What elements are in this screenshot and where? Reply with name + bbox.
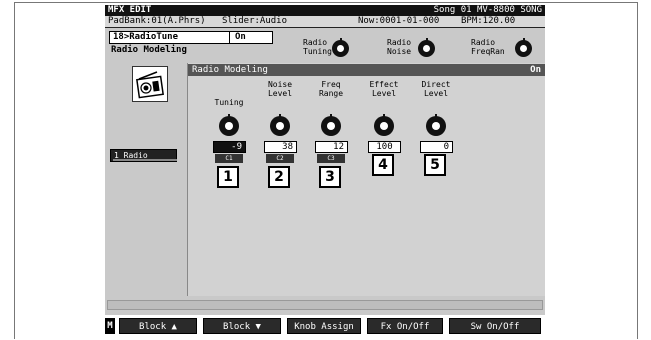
f1-block-up-button[interactable]: Block ▲ (119, 318, 197, 334)
f2-block-down-button[interactable]: Block ▼ (203, 318, 281, 334)
header-knob-label-tuning: Radio Tuning (303, 38, 332, 56)
param-direct-level: Direct Level 0 5 (410, 80, 462, 200)
ctrl-badge: C3 (317, 154, 345, 163)
lcd-screen: MFX EDIT Song 01 MV-8800 SONG PadBank:01… (105, 5, 545, 337)
info-bar: PadBank:01(A.Phrs) Slider:Audio Now:0001… (105, 16, 545, 28)
param-effect-level: Effect Level 100 4 (358, 80, 410, 200)
now-position: Now:0001-01-000 (358, 16, 440, 26)
param-number: 2 (268, 166, 290, 188)
padbank-status: PadBank:01(A.Phrs) (108, 16, 206, 26)
patch-state[interactable]: On (235, 32, 246, 43)
f4-fx-onoff-button[interactable]: Fx On/Off (367, 318, 443, 334)
param-tuning: Tuning -9 C1 1 (203, 80, 255, 200)
patch-type-name: Radio Modeling (111, 45, 187, 55)
panel-state[interactable]: On (530, 64, 541, 76)
param-number: 5 (424, 154, 446, 176)
param-value[interactable]: -9 (213, 141, 246, 153)
effect-panel: Radio Modeling On Tuning -9 C1 1 Noise L… (188, 63, 545, 296)
ctrl-badge: C2 (266, 154, 294, 163)
param-number: 1 (217, 166, 239, 188)
panel-title: Radio Modeling (192, 65, 268, 75)
param-label: Tuning (214, 98, 244, 107)
param-value[interactable]: 100 (368, 141, 401, 153)
param-value[interactable]: 38 (264, 141, 297, 153)
knob-icon[interactable] (426, 114, 446, 136)
header-knob-noise-icon[interactable] (418, 38, 435, 57)
header-knob-label-noise: Radio Noise (387, 38, 412, 56)
param-label: Noise Level (267, 80, 293, 98)
knob-icon[interactable] (219, 114, 239, 136)
sidebar-item-shadow (113, 159, 177, 161)
menu-key[interactable]: M (105, 318, 115, 334)
param-value[interactable]: 0 (420, 141, 453, 153)
header-knob-label-freqrange: Radio FreqRan (471, 38, 505, 56)
param-number: 3 (319, 166, 341, 188)
knob-icon[interactable] (270, 114, 290, 136)
song-info: Song 01 MV-8800 SONG (433, 5, 542, 15)
param-number: 4 (372, 154, 394, 176)
status-bar (107, 300, 543, 310)
param-noise-level: Noise Level 38 C2 2 (254, 80, 306, 200)
radio-icon (132, 66, 168, 102)
function-bar: M Block ▲ Block ▼ Knob Assign Fx On/Off … (105, 315, 545, 337)
ctrl-badge: C1 (215, 154, 243, 163)
effect-sidebar: 1 Radio (105, 63, 188, 296)
header-knob-freqrange-icon[interactable] (515, 38, 532, 57)
status-strip (105, 296, 545, 312)
patch-select-box[interactable]: 18>RadioTune On (109, 31, 273, 44)
panel-header: Radio Modeling On (188, 64, 545, 76)
param-value[interactable]: 12 (315, 141, 348, 153)
param-label: Effect Level (369, 80, 399, 98)
param-label: Freq Range (318, 80, 344, 98)
knob-icon[interactable] (374, 114, 394, 136)
patch-divider (229, 31, 230, 44)
f5-sw-onoff-button[interactable]: Sw On/Off (449, 318, 541, 334)
bpm-status: BPM:120.00 (461, 16, 516, 26)
f3-knob-assign-button[interactable]: Knob Assign (287, 318, 361, 334)
patch-header: 18>RadioTune On Radio Modeling Radio Tun… (105, 28, 545, 63)
param-freq-range: Freq Range 12 C3 3 (305, 80, 357, 200)
slider-status: Slider:Audio (222, 16, 288, 26)
patch-number-name: 18>RadioTune (113, 32, 179, 42)
header-knob-tuning-icon[interactable] (332, 38, 349, 57)
param-label: Direct Level (421, 80, 451, 98)
screen-title: MFX EDIT (108, 5, 152, 15)
knob-icon[interactable] (321, 114, 341, 136)
title-bar: MFX EDIT Song 01 MV-8800 SONG (105, 5, 545, 16)
